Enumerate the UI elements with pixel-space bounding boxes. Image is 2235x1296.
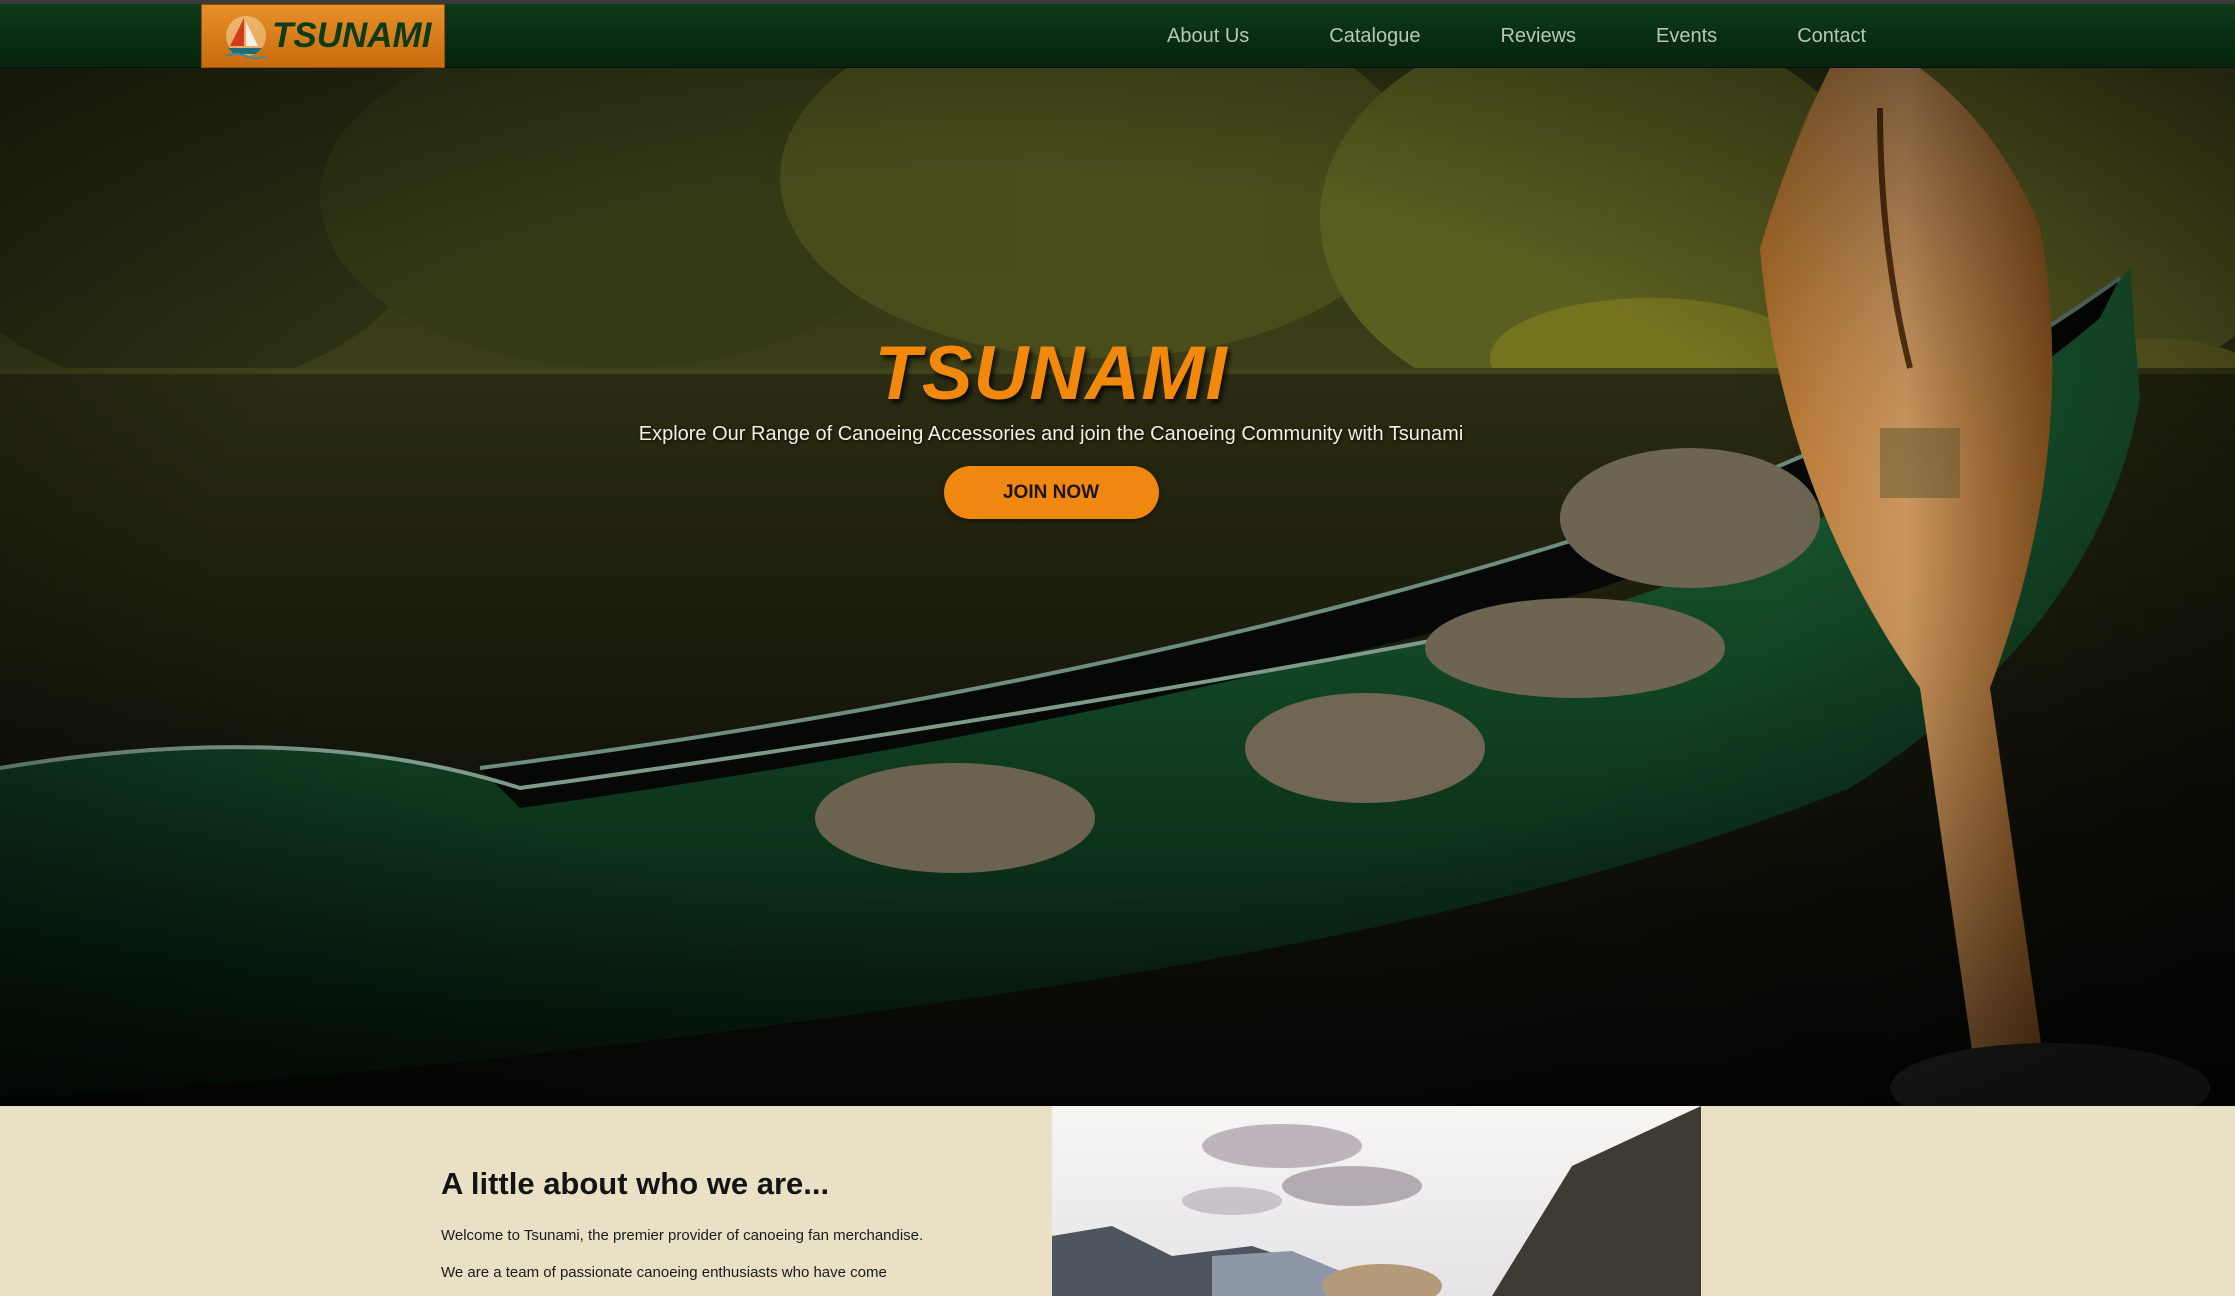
nav-events[interactable]: Events bbox=[1656, 25, 1717, 48]
about-photo bbox=[1052, 1106, 1701, 1296]
about-heading: A little about who we are... bbox=[441, 1166, 830, 1201]
hero-background-image bbox=[0, 68, 2235, 1106]
sailboat-icon bbox=[225, 16, 267, 59]
hero-subtitle: Explore Our Range of Canoeing Accessorie… bbox=[638, 423, 1464, 445]
site-header: TSUNAMI About Us Catalogue Reviews Event… bbox=[0, 4, 2235, 68]
hero-section: TSUNAMI Explore Our Range of Canoeing Ac… bbox=[0, 68, 2235, 1106]
join-now-button[interactable]: JOIN NOW bbox=[943, 466, 1159, 519]
hero-title: TSUNAMI bbox=[874, 331, 1228, 416]
about-paragraph: Welcome to Tsunami, the premier provider… bbox=[441, 1227, 924, 1244]
logo-text: TSUNAMI bbox=[272, 16, 432, 55]
about-paragraph: We are a team of passionate canoeing ent… bbox=[441, 1264, 887, 1281]
nav-reviews[interactable]: Reviews bbox=[1500, 25, 1576, 48]
about-section: A little about who we are... Welcome to … bbox=[0, 1106, 2235, 1296]
hero-content: TSUNAMI Explore Our Range of Canoeing Ac… bbox=[0, 330, 2102, 519]
nav-catalogue[interactable]: Catalogue bbox=[1329, 25, 1420, 48]
nav-about-us[interactable]: About Us bbox=[1167, 25, 1249, 48]
nav-contact[interactable]: Contact bbox=[1797, 25, 1866, 48]
site-logo[interactable]: TSUNAMI bbox=[201, 4, 445, 68]
about-text: A little about who we are... Welcome to … bbox=[441, 1166, 931, 1296]
main-nav: About Us Catalogue Reviews Events Contac… bbox=[1167, 4, 1866, 68]
